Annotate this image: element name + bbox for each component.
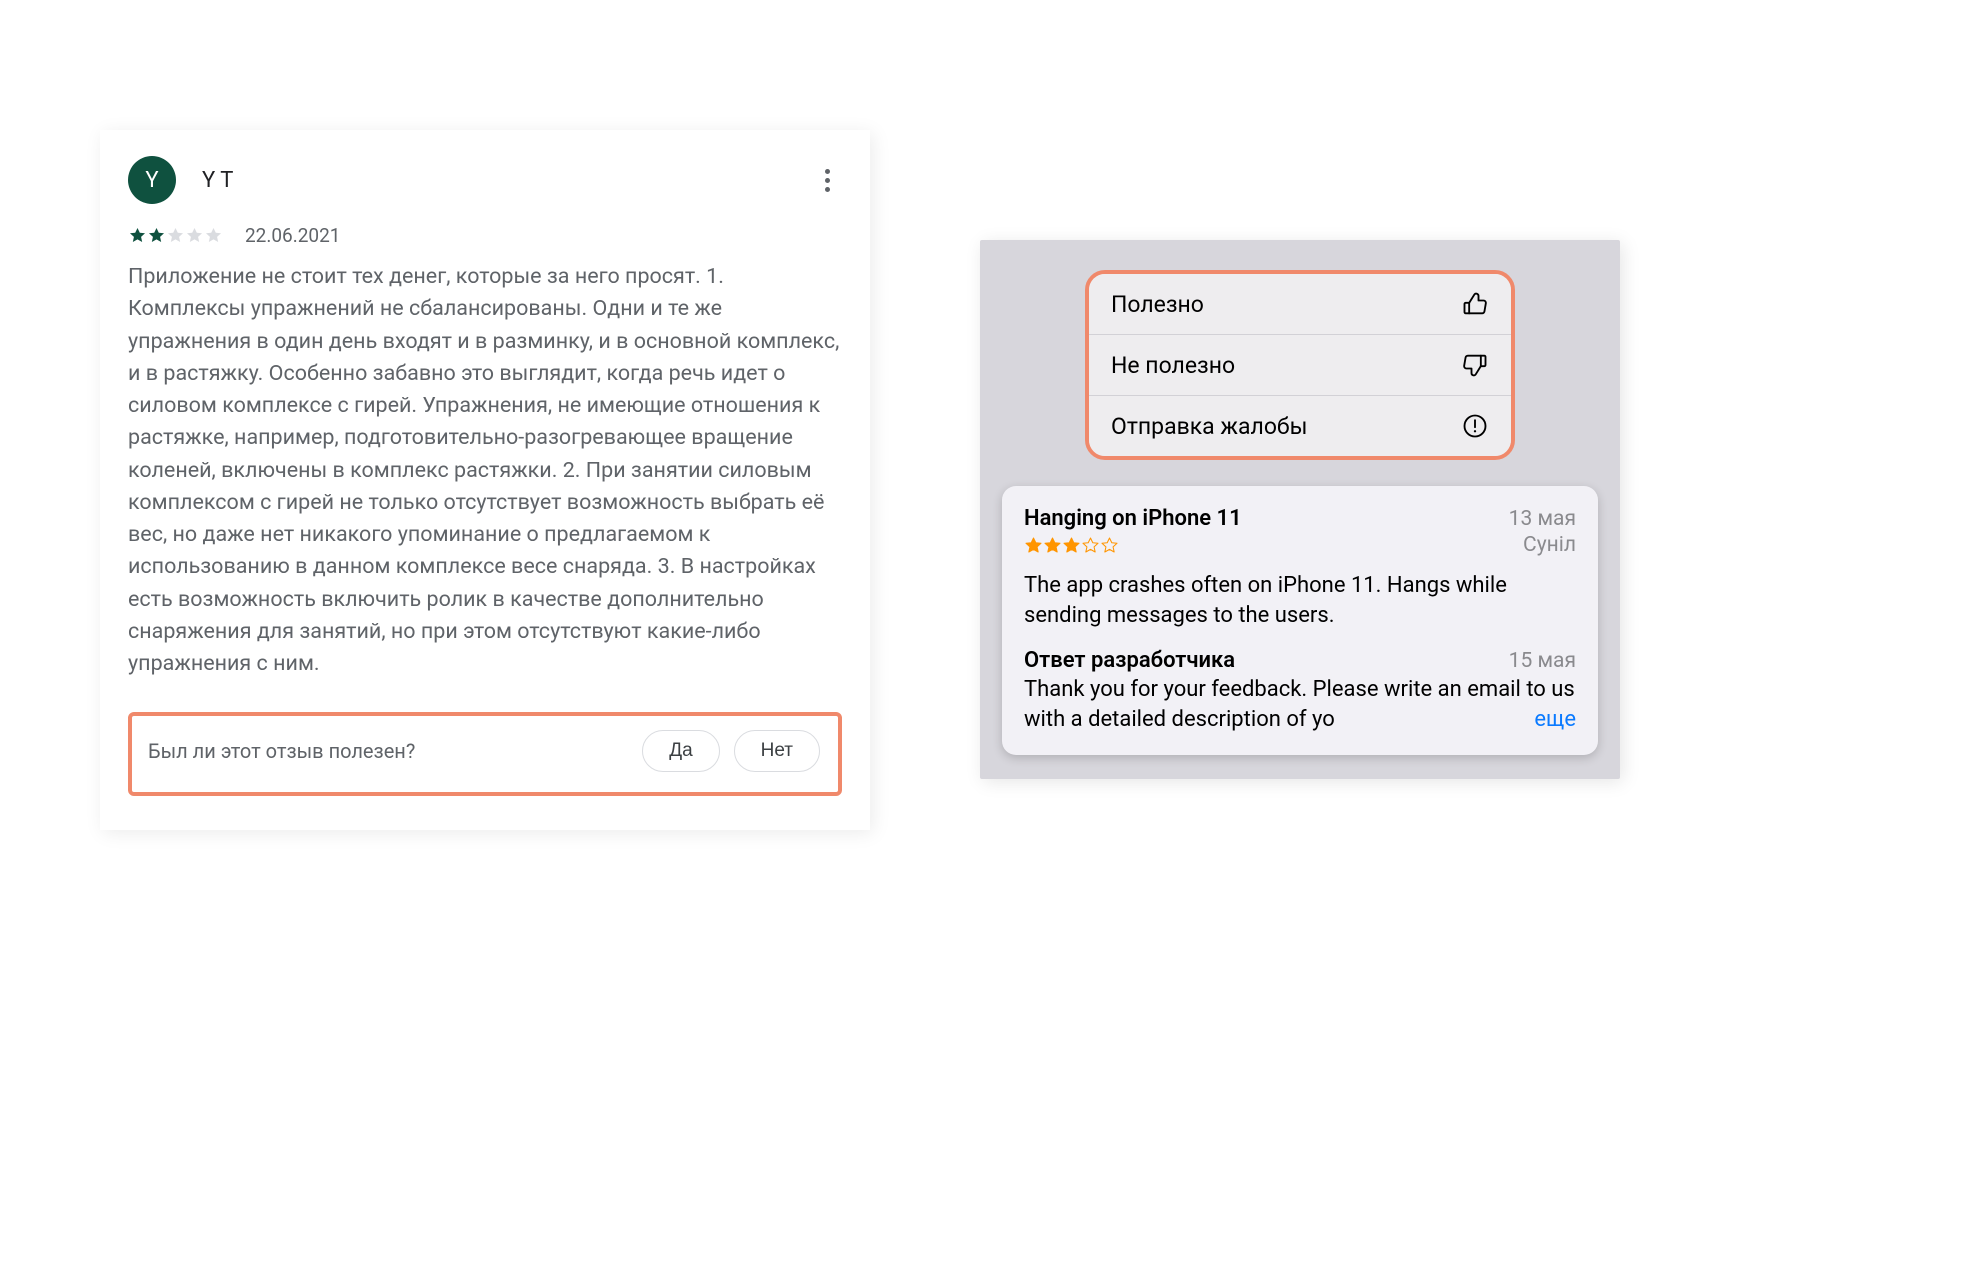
star-icon	[147, 226, 166, 245]
developer-response-date: 15 мая	[1509, 649, 1576, 673]
review-meta-row: Суніл	[1024, 533, 1576, 557]
menu-item-helpful[interactable]: Полезно	[1089, 274, 1511, 335]
avatar: Y	[128, 156, 176, 204]
menu-item-label: Полезно	[1111, 291, 1204, 318]
no-button[interactable]: Нет	[734, 730, 820, 772]
review-body: The app crashes often on iPhone 11. Hang…	[1024, 571, 1576, 630]
google-play-review-card: Y Y T 22.06.2021 Приложение не стоит тех…	[100, 130, 870, 830]
review-title: Hanging on iPhone 11	[1024, 506, 1242, 531]
star-icon	[1081, 536, 1100, 555]
star-rating	[1024, 536, 1119, 555]
more-link[interactable]: еще	[1506, 705, 1576, 735]
star-icon	[185, 226, 204, 245]
kebab-menu-icon[interactable]	[812, 165, 842, 195]
developer-response-text: Thank you for your feedback. Please writ…	[1024, 677, 1575, 732]
ios-context-menu-highlight: Полезно Не полезно Отпра	[1085, 270, 1515, 460]
ios-review-card[interactable]: Hanging on iPhone 11 13 мая Суніл The ap…	[1002, 486, 1598, 755]
reviewer-name: Y T	[202, 168, 233, 193]
star-icon	[128, 226, 147, 245]
menu-item-not-helpful[interactable]: Не полезно	[1089, 335, 1511, 396]
star-icon	[1024, 536, 1043, 555]
ios-panel: Полезно Не полезно Отпра	[980, 240, 1620, 779]
thumbs-up-icon	[1461, 290, 1489, 318]
review-title-row: Hanging on iPhone 11 13 мая	[1024, 506, 1576, 531]
useful-question-label: Был ли этот отзыв полезен?	[148, 739, 628, 763]
avatar-initial: Y	[145, 168, 158, 193]
star-rating	[128, 226, 223, 245]
thumbs-down-icon	[1461, 351, 1489, 379]
menu-item-report[interactable]: Отправка жалобы	[1089, 396, 1511, 456]
developer-response-header: Ответ разработчика 15 мая	[1024, 648, 1576, 673]
report-icon	[1461, 412, 1489, 440]
star-icon	[166, 226, 185, 245]
review-author: Суніл	[1523, 533, 1576, 557]
menu-item-label: Отправка жалобы	[1111, 413, 1308, 440]
star-icon	[1062, 536, 1081, 555]
review-body: Приложение не стоит тех денег, которые з…	[128, 261, 842, 680]
star-icon	[1100, 536, 1119, 555]
star-icon	[204, 226, 223, 245]
menu-item-label: Не полезно	[1111, 352, 1235, 379]
review-header: Y Y T	[128, 156, 842, 204]
review-date: 13 мая	[1509, 507, 1576, 531]
yes-button[interactable]: Да	[642, 730, 719, 772]
rating-row: 22.06.2021	[128, 224, 842, 247]
developer-response-body: Thank you for your feedback. Please writ…	[1024, 675, 1576, 734]
review-date: 22.06.2021	[245, 224, 340, 247]
developer-response-title: Ответ разработчика	[1024, 648, 1235, 673]
useful-prompt-highlight: Был ли этот отзыв полезен? Да Нет	[128, 712, 842, 796]
star-icon	[1043, 536, 1062, 555]
